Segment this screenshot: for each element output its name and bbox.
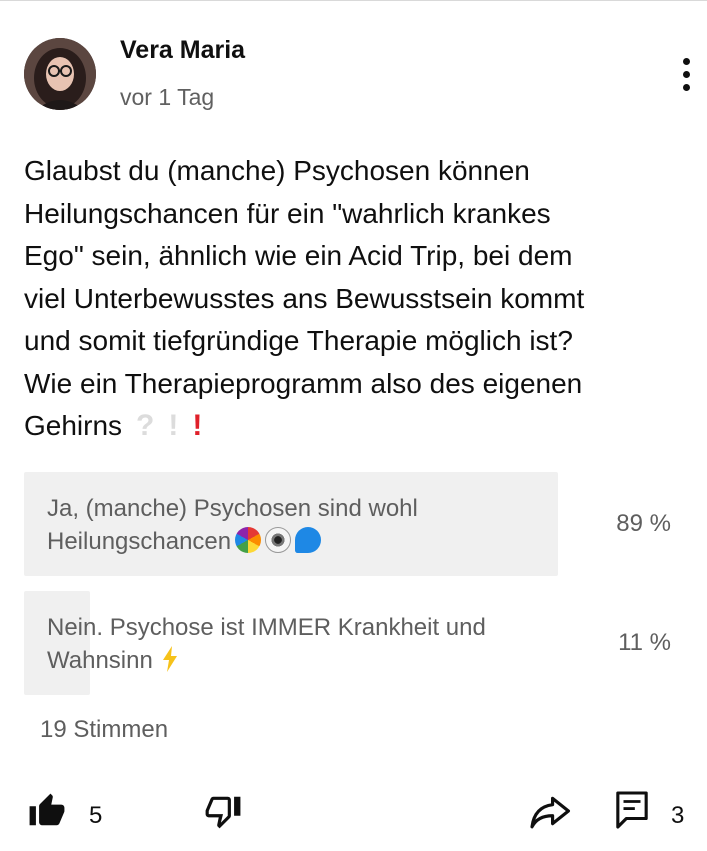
eye-icon	[265, 527, 292, 553]
post-body: Glaubst du (manche) Psychosen können Hei…	[24, 150, 694, 448]
poll-percent-no: 11 %	[618, 629, 671, 656]
like-count: 5	[89, 802, 103, 829]
comment-icon[interactable]	[615, 790, 649, 830]
post-timestamp[interactable]: vor 1 Tag	[120, 84, 214, 111]
speech-bubble-icon	[295, 527, 322, 553]
poll-option-no[interactable]: Nein. Psychose ist IMMER Krankheit und W…	[24, 591, 671, 695]
rainbow-icon	[235, 527, 262, 553]
thumbs-down-icon[interactable]	[204, 792, 242, 830]
thumbs-up-icon[interactable]	[28, 792, 66, 830]
share-icon[interactable]	[530, 792, 572, 830]
avatar[interactable]	[24, 38, 96, 110]
exclamation-red-emoji: !	[192, 409, 203, 442]
poll-option-label: Nein. Psychose ist IMMER Krankheit und W…	[47, 611, 567, 681]
post-text: Glaubst du (manche) Psychosen können Hei…	[24, 155, 585, 441]
exclamation-grey-emoji: !	[168, 409, 179, 442]
poll-option-label: Ja, (manche) Psychosen sind wohl Heilung…	[47, 495, 418, 555]
poll-option-yes[interactable]: Ja, (manche) Psychosen sind wohl Heilung…	[24, 472, 671, 576]
top-divider	[0, 0, 707, 1]
more-vertical-icon[interactable]	[672, 54, 702, 94]
author-name[interactable]: Vera Maria	[120, 36, 245, 65]
poll-percent-yes: 89 %	[616, 510, 671, 537]
comment-count: 3	[671, 802, 685, 829]
poll-vote-count: 19 Stimmen	[40, 716, 169, 743]
question-mark-emoji: ?	[136, 409, 155, 442]
lightning-icon	[161, 646, 179, 681]
